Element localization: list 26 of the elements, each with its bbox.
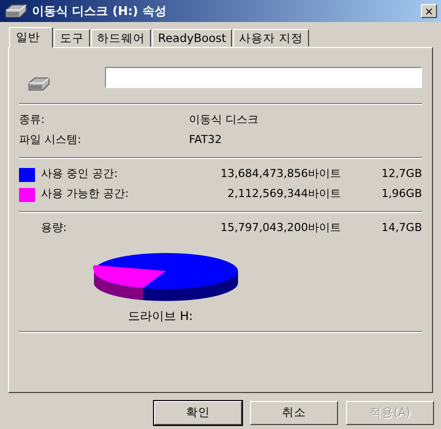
space-label: 용량: xyxy=(41,220,67,236)
size-value: 14,7GB xyxy=(380,220,422,236)
field-value: 이동식 디스크 xyxy=(189,112,258,128)
tab[interactable]: 사용자 지정 xyxy=(233,29,309,47)
window-title: 이동식 디스크 (H:) 속성 xyxy=(32,3,168,20)
field-value: FAT32 xyxy=(189,132,222,148)
title-drive-icon xyxy=(4,4,28,18)
drive-icon xyxy=(27,76,51,91)
close-button[interactable]: × xyxy=(421,4,437,18)
dialog-button[interactable]: 확인 xyxy=(154,401,242,425)
byte-count: 15,797,043,200바이트 xyxy=(220,220,341,236)
tab[interactable]: ReadyBoost xyxy=(152,29,232,47)
tab[interactable]: 도구 xyxy=(54,29,90,47)
tab[interactable]: 일반 xyxy=(9,27,53,48)
size-value: 1,96GB xyxy=(380,186,422,202)
size-value: 12,7GB xyxy=(380,166,422,182)
tab[interactable]: 하드웨어 xyxy=(91,29,151,47)
space-label: 사용 중인 공간: xyxy=(41,166,118,182)
dialog-button[interactable]: 취소 xyxy=(250,401,338,425)
name-field[interactable] xyxy=(105,66,422,88)
field-label: 종류: xyxy=(19,112,46,128)
byte-count: 13,684,473,856바이트 xyxy=(220,166,341,182)
drive-label: 드라이브 H: xyxy=(127,308,194,324)
space-label: 사용 가능한 공간: xyxy=(41,186,129,202)
field-label: 파일 시스템: xyxy=(19,132,82,148)
byte-count: 2,112,569,344바이트 xyxy=(226,186,341,202)
